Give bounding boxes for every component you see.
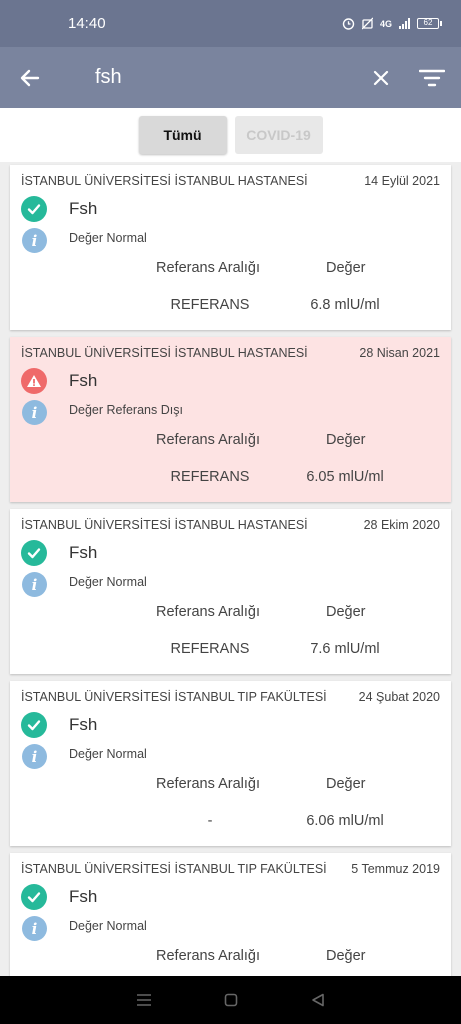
- check-circle-icon: [21, 712, 47, 738]
- hospital-name: İSTANBUL ÜNİVERSİTESİ İSTANBUL TIP FAKÜL…: [21, 690, 327, 704]
- network-label: 4G: [379, 18, 392, 29]
- result-date: 28 Nisan 2021: [359, 346, 440, 360]
- result-date: 14 Eylül 2021: [364, 174, 440, 188]
- reference-range-header: Referans Aralığı: [156, 604, 260, 620]
- arrow-left-icon: [20, 69, 40, 86]
- check-circle-icon: [21, 884, 47, 910]
- triangle-back-icon: [311, 993, 324, 1007]
- reference-range-value: REFERANS: [170, 297, 250, 313]
- result-card[interactable]: İSTANBUL ÜNİVERSİTESİ İSTANBUL TIP FAKÜL…: [10, 681, 451, 846]
- reference-range-header: Referans Aralığı: [156, 776, 260, 792]
- test-name: Fsh: [69, 543, 98, 562]
- result-date: 28 Ekim 2020: [363, 518, 440, 532]
- system-nav-bar: [0, 976, 461, 1024]
- info-icon: i: [22, 400, 47, 425]
- result-value: 6.8 mlU/ml: [310, 297, 380, 313]
- test-name: Fsh: [69, 715, 98, 734]
- result-date: 5 Temmuz 2019: [351, 862, 440, 876]
- category-tabs: Tümü COVID-19: [0, 108, 461, 162]
- menu-icon: [136, 994, 151, 1006]
- test-name: Fsh: [69, 371, 98, 390]
- filter-button[interactable]: [403, 47, 461, 108]
- recent-apps-button[interactable]: [132, 988, 156, 1012]
- clear-search-button[interactable]: [359, 47, 403, 108]
- result-status-text: Değer Normal: [69, 231, 147, 245]
- result-date: 24 Şubat 2020: [358, 690, 440, 704]
- reference-range-value: REFERANS: [170, 469, 250, 485]
- reference-range-header: Referans Aralığı: [156, 260, 260, 276]
- value-header: Değer: [326, 604, 366, 620]
- result-card[interactable]: İSTANBUL ÜNİVERSİTESİ İSTANBUL HASTANESİ…: [10, 337, 451, 502]
- reference-range-value: -: [207, 813, 213, 829]
- reference-range-header: Referans Aralığı: [156, 948, 260, 964]
- result-card[interactable]: İSTANBUL ÜNİVERSİTESİ İSTANBUL HASTANESİ…: [10, 165, 451, 330]
- clock: 14:40: [68, 15, 106, 32]
- square-icon: [224, 993, 237, 1007]
- info-icon: i: [22, 228, 47, 253]
- result-value: 6.06 mlU/ml: [306, 813, 384, 829]
- check-circle-icon: [21, 196, 47, 222]
- back-nav-button[interactable]: [306, 988, 330, 1012]
- warning-icon: [21, 368, 47, 394]
- value-header: Değer: [326, 776, 366, 792]
- app-bar: fsh: [0, 47, 461, 108]
- value-header: Değer: [326, 948, 366, 964]
- back-button[interactable]: [0, 47, 60, 108]
- result-status-text: Değer Normal: [69, 747, 147, 761]
- result-status-text: Değer Referans Dışı: [69, 403, 183, 417]
- mute-icon: [361, 17, 373, 30]
- test-name: Fsh: [69, 887, 98, 906]
- status-icons: 4G 62: [342, 17, 442, 30]
- reference-range-header: Referans Aralığı: [156, 432, 260, 448]
- result-value: 6.05 mlU/ml: [306, 469, 384, 485]
- info-icon: i: [22, 572, 47, 597]
- result-value: 7.6 mlU/ml: [310, 641, 380, 657]
- results-list[interactable]: İSTANBUL ÜNİVERSİTESİ İSTANBUL HASTANESİ…: [0, 162, 461, 976]
- alarm-icon: [342, 18, 355, 30]
- value-header: Değer: [326, 432, 366, 448]
- result-status-text: Değer Normal: [69, 575, 147, 589]
- tab-covid-19[interactable]: COVID-19: [234, 116, 323, 154]
- result-card[interactable]: İSTANBUL ÜNİVERSİTESİ İSTANBUL HASTANESİ…: [10, 509, 451, 674]
- signal-icon: [399, 18, 410, 29]
- reference-range-value: REFERANS: [170, 641, 250, 657]
- check-circle-icon: [21, 540, 47, 566]
- info-icon: i: [22, 916, 47, 941]
- result-card[interactable]: İSTANBUL ÜNİVERSİTESİ İSTANBUL TIP FAKÜL…: [10, 853, 451, 976]
- test-name: Fsh: [69, 199, 98, 218]
- value-header: Değer: [326, 260, 366, 276]
- hospital-name: İSTANBUL ÜNİVERSİTESİ İSTANBUL TIP FAKÜL…: [21, 862, 327, 876]
- close-icon: [373, 70, 389, 85]
- home-button[interactable]: [219, 988, 243, 1012]
- tab-all[interactable]: Tümü: [138, 116, 227, 154]
- info-icon: i: [22, 744, 47, 769]
- hospital-name: İSTANBUL ÜNİVERSİTESİ İSTANBUL HASTANESİ: [21, 174, 308, 188]
- hospital-name: İSTANBUL ÜNİVERSİTESİ İSTANBUL HASTANESİ: [21, 346, 308, 360]
- search-input[interactable]: fsh: [95, 66, 359, 89]
- hospital-name: İSTANBUL ÜNİVERSİTESİ İSTANBUL HASTANESİ: [21, 518, 308, 532]
- result-status-text: Değer Normal: [69, 919, 147, 933]
- filter-icon: [419, 69, 445, 86]
- battery-icon: 62: [417, 18, 442, 29]
- status-bar: 14:40 4G 62: [0, 0, 461, 47]
